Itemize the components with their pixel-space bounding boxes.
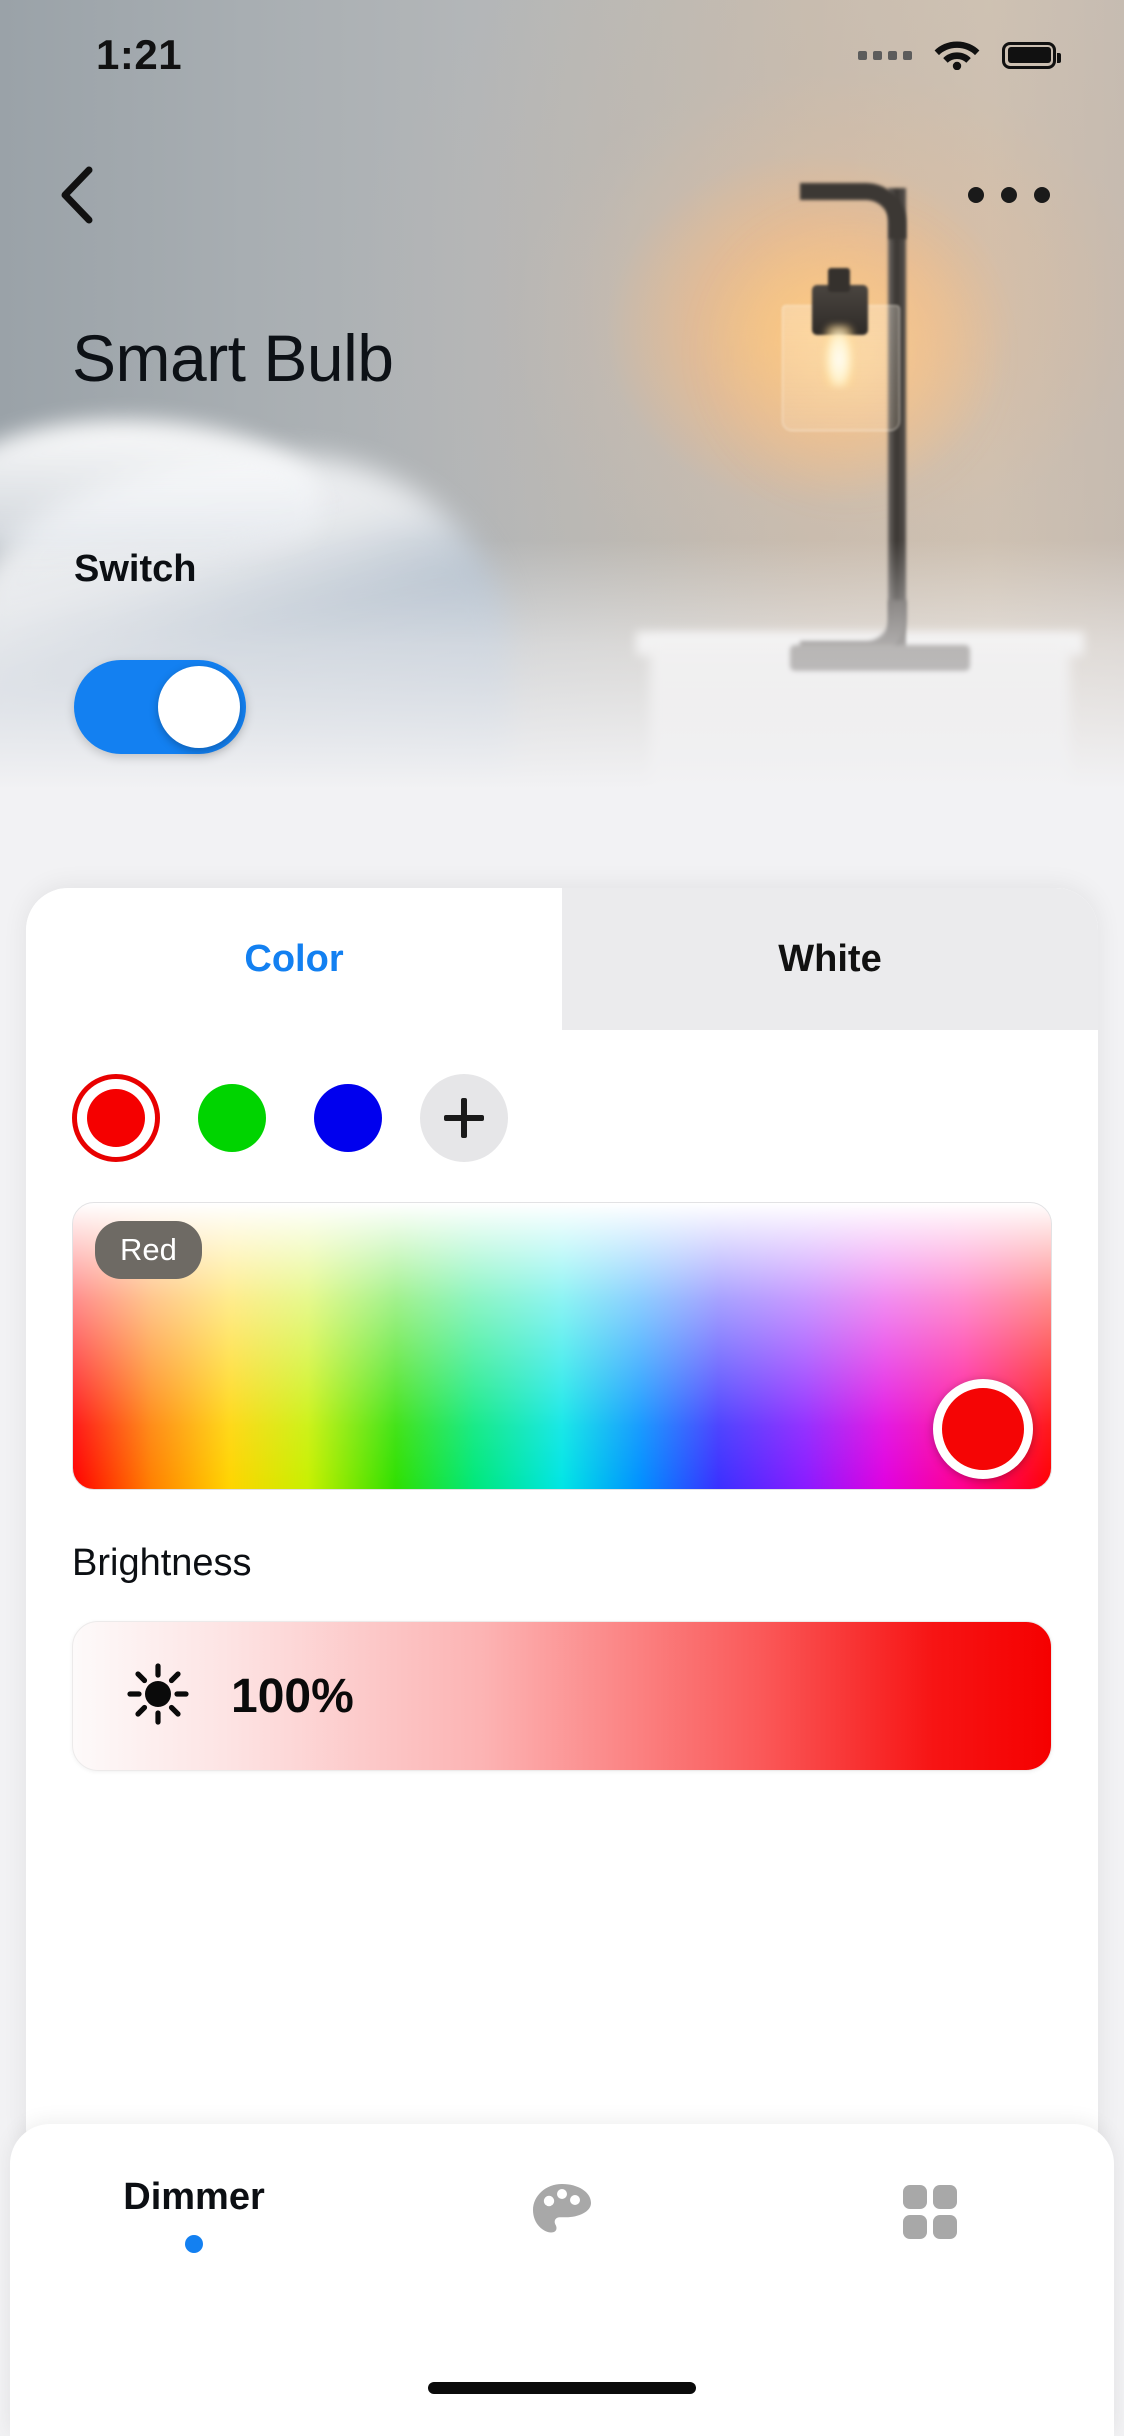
power-toggle[interactable] — [74, 660, 246, 754]
sun-icon — [127, 1662, 189, 1730]
color-control-card: Color White Red Brightness 100% — [26, 888, 1098, 2158]
grid-icon — [901, 2183, 959, 2246]
toggle-knob — [158, 666, 240, 748]
nav-item-grid[interactable] — [746, 2124, 1114, 2304]
brightness-label: Brightness — [72, 1542, 252, 1584]
tab-white[interactable]: White — [562, 888, 1098, 1030]
palette-icon — [529, 2181, 595, 2248]
nav-item-dimmer[interactable]: Dimmer — [10, 2124, 378, 2304]
lamp-socket-cap — [828, 268, 850, 292]
brightness-slider[interactable]: 100% — [72, 1621, 1052, 1771]
nav-item-dimmer-label: Dimmer — [123, 2175, 265, 2218]
active-indicator-dot — [185, 2234, 203, 2253]
phone-screen: 1:21 Smart Bulb Switch Color White Red B… — [0, 0, 1124, 2436]
more-horizontal-icon — [968, 187, 984, 203]
status-icons — [858, 36, 1061, 75]
nav-item-palette[interactable] — [378, 2124, 746, 2304]
color-panel: Red Brightness 100% — [26, 1030, 1098, 1771]
home-indicator[interactable] — [428, 2382, 696, 2394]
blue-swatch[interactable] — [304, 1074, 392, 1162]
tab-color[interactable]: Color — [26, 888, 562, 1030]
selected-color-badge: Red — [95, 1221, 202, 1279]
back-button[interactable] — [40, 159, 112, 231]
more-options-button[interactable] — [962, 171, 1056, 219]
add-color-button[interactable] — [420, 1074, 508, 1162]
page-title: Smart Bulb — [72, 321, 394, 395]
status-bar: 1:21 — [0, 0, 1124, 110]
battery-full-icon — [1002, 41, 1061, 69]
top-nav-bar — [0, 150, 1124, 240]
green-swatch[interactable] — [188, 1074, 276, 1162]
bottom-nav-bar: Dimmer — [10, 2124, 1114, 2436]
wifi-icon — [934, 36, 980, 75]
preset-swatch-row — [72, 1074, 1052, 1162]
tab-white-label: White — [778, 937, 882, 980]
brightness-value: 100% — [231, 1669, 354, 1723]
signal-dots-icon — [858, 50, 912, 60]
red-swatch[interactable] — [72, 1074, 160, 1162]
color-picker-handle[interactable] — [933, 1379, 1033, 1479]
status-time: 1:21 — [96, 31, 183, 78]
mode-tabs: Color White — [26, 888, 1098, 1030]
chevron-left-icon — [61, 166, 93, 224]
lamp-filament — [824, 325, 854, 387]
switch-label: Switch — [74, 548, 197, 590]
color-picker-field[interactable]: Red — [72, 1202, 1052, 1490]
tab-color-label: Color — [244, 937, 344, 980]
